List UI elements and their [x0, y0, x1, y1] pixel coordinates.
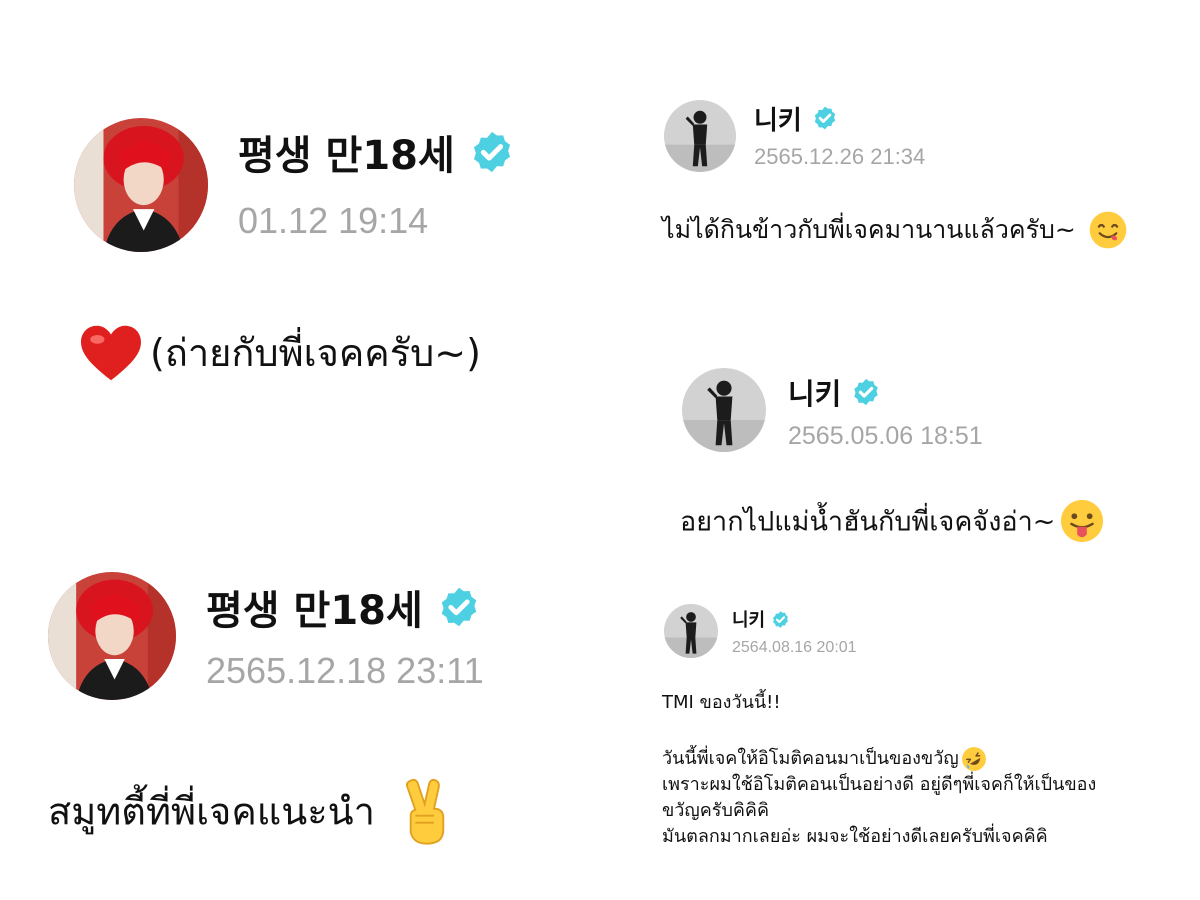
post-text-line: ขวัญครับคิคิคิ — [662, 800, 770, 821]
post-text-line: TMI ของวันนี้!! — [662, 692, 781, 713]
author-name[interactable]: 평생 만18세 — [206, 578, 423, 636]
post-text-row: สมูทตี้ที่พี่เจคแนะนำ — [48, 776, 455, 846]
author-name[interactable]: 평생 만18세 — [238, 123, 455, 181]
post-text: (ถ่ายกับพี่เจคครับ~) — [150, 331, 481, 375]
profile-avatar-gray[interactable] — [664, 100, 736, 172]
profile-avatar-gray[interactable] — [664, 604, 718, 658]
verified-badge-icon — [851, 377, 881, 407]
tongue-face-emoji-icon — [1059, 498, 1105, 544]
author-name[interactable]: 니키 — [732, 606, 765, 632]
post-timestamp: 2565.12.26 21:34 — [754, 144, 926, 169]
post-text: สมูทตี้ที่พี่เจคแนะนำ — [48, 789, 375, 834]
post-3: 니키 2565.12.26 21:34 ไม่ได้กินข้าวกับพี่เ… — [640, 80, 1200, 280]
author-name[interactable]: 니키 — [754, 100, 802, 137]
author-row: 니키 — [788, 372, 881, 412]
profile-avatar-red-hair[interactable] — [74, 118, 208, 252]
post-5: 니키 2564.08.16 20:01 TMI ของวันนี้!! วันน… — [640, 590, 1200, 890]
post-text-block: TMI ของวันนี้!! วันนี้พี่เจคให้อิโมติคอน… — [662, 690, 1096, 850]
post-timestamp: 2565.05.06 18:51 — [788, 422, 983, 450]
savoring-face-emoji-icon — [1088, 210, 1128, 250]
author-row: 니키 — [732, 606, 790, 632]
post-4: 니키 2565.05.06 18:51 อยากไปแม่น้ำฮันกับพี… — [640, 350, 1200, 570]
author-row: 평생 만18세 — [238, 124, 515, 180]
author-row: 평생 만18세 — [206, 580, 481, 634]
post-text: อยากไปแม่น้ำฮันกับพี่เจคจังอ่า~ — [680, 506, 1056, 538]
post-2: 평생 만18세 2565.12.18 23:11 สมูทตี้ที่พี่เจ… — [0, 540, 620, 880]
verified-badge-icon — [812, 105, 838, 131]
post-text-line: มันตลกมากเลยอ่ะ ผมจะใช้อย่างดีเลยครับพี่… — [662, 826, 1048, 847]
author-name[interactable]: 니키 — [788, 371, 841, 413]
post-text-line: เพราะผมใช้อิโมติคอนเป็นอย่างดี อยู่ดีๆพี… — [662, 774, 1097, 795]
profile-avatar-red-hair[interactable] — [48, 572, 176, 700]
post-text-row: อยากไปแม่น้ำฮันกับพี่เจคจังอ่า~ — [680, 498, 1105, 544]
post-text-line-content: วันนี้พี่เจคให้อิโมติคอนมาเป็นของขวัญ — [662, 748, 959, 769]
heart-emoji-icon — [78, 323, 144, 383]
post-timestamp: 01.12 19:14 — [238, 200, 429, 241]
verified-badge-icon — [469, 129, 515, 175]
victory-hand-emoji-icon — [399, 776, 455, 846]
rolling-laughing-emoji-icon — [961, 746, 987, 772]
post-timestamp: 2564.08.16 20:01 — [732, 639, 857, 656]
post-timestamp: 2565.12.18 23:11 — [206, 650, 484, 691]
profile-avatar-gray[interactable] — [682, 368, 766, 452]
verified-badge-icon — [771, 610, 790, 629]
post-text-line: วันนี้พี่เจคให้อิโมติคอนมาเป็นของขวัญ — [662, 746, 1096, 772]
post-1: 평생 만18세 01.12 19:14 (ถ่ายกับพี่เจคครับ~) — [0, 0, 620, 420]
post-text-row: ไม่ได้กินข้าวกับพี่เจคมานานแล้วครับ~ — [662, 210, 1128, 250]
post-text-row: (ถ่ายกับพี่เจคครับ~) — [78, 322, 481, 383]
verified-badge-icon — [437, 585, 481, 629]
post-text: ไม่ได้กินข้าวกับพี่เจคมานานแล้วครับ~ — [662, 215, 1076, 244]
author-row: 니키 — [754, 100, 838, 136]
